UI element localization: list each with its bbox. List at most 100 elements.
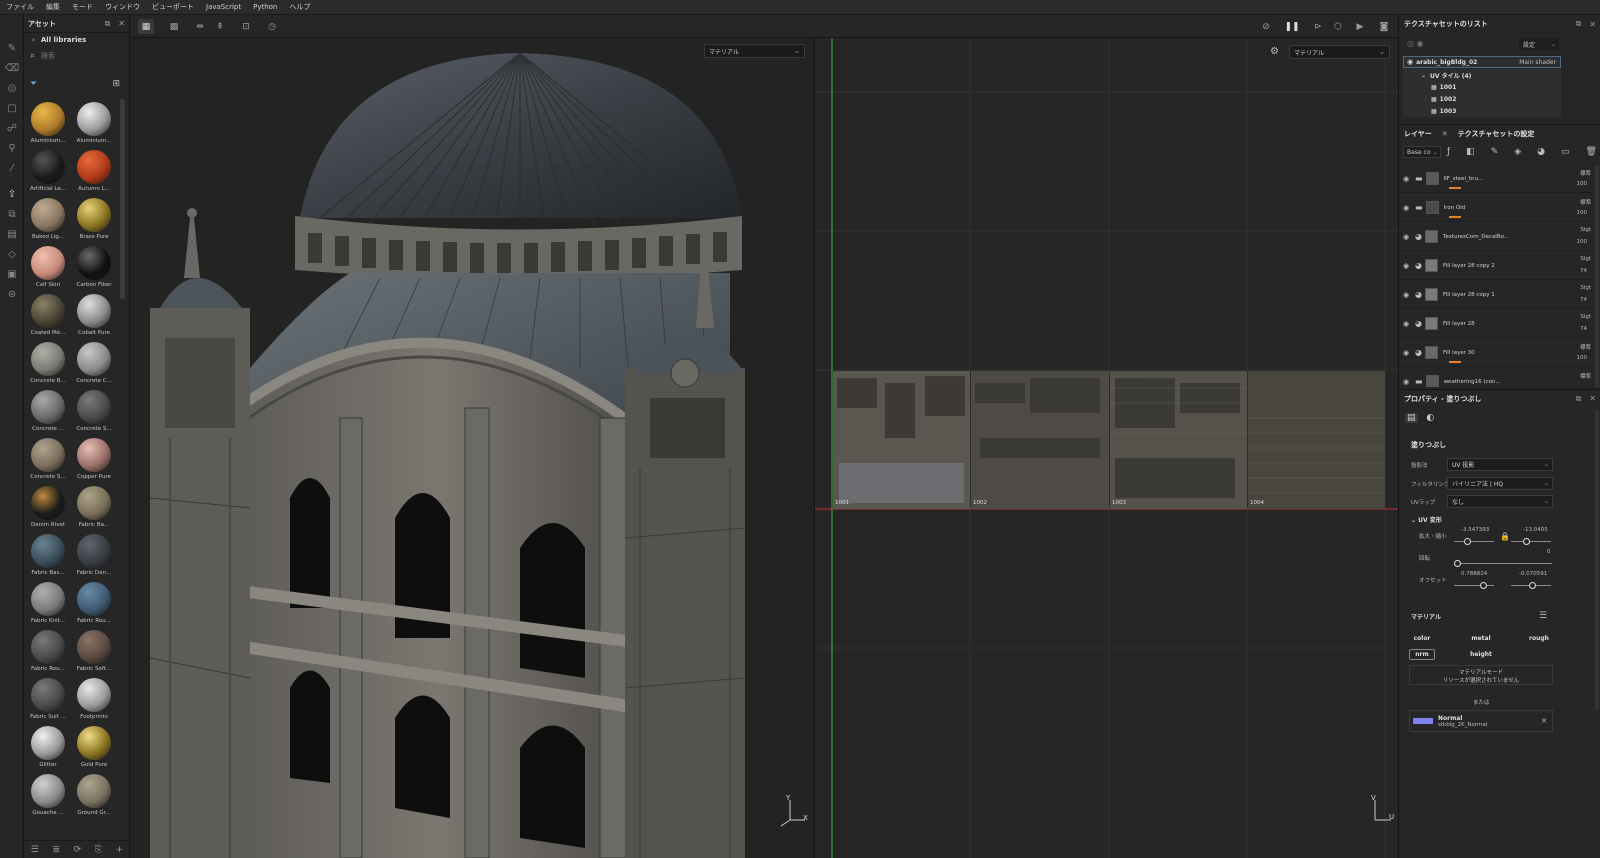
lock-icon[interactable]: 🔒 (1500, 532, 1510, 541)
eye-icon[interactable]: ◉ (1403, 349, 1415, 357)
picker-icon[interactable]: ⁄ (4, 161, 20, 175)
assets-scrollbar[interactable] (120, 99, 125, 299)
export-icon[interactable]: ⊜ (4, 287, 20, 301)
bake-icon[interactable]: ▣ (4, 267, 20, 281)
offset-v-knob[interactable] (1529, 582, 1536, 589)
eye-icon[interactable]: ◉ (1403, 262, 1415, 270)
layer-row[interactable]: ◉ ▬ IIF_steel_bru... 標準 100 (1399, 165, 1595, 193)
channel-rough-button[interactable]: rough (1525, 633, 1553, 644)
menu-window[interactable]: ウィンドウ (105, 2, 140, 12)
eye-icon[interactable]: ◉ (1403, 233, 1415, 241)
layer-row[interactable]: ◉ ◕ TexturesCom_DecalBo... Slgt 100 (1399, 223, 1595, 251)
rotation-knob[interactable] (1454, 560, 1461, 567)
delete-icon[interactable]: 🗑 (1586, 147, 1597, 157)
import-icon[interactable]: ⎘ (95, 845, 102, 855)
material-thumbnail[interactable]: Fabric Ba... (72, 483, 116, 531)
eye-icon[interactable]: ◉ (1403, 378, 1415, 386)
material-thumbnail[interactable]: Ground Gr... (72, 771, 116, 819)
scale-u-slider[interactable] (1454, 541, 1494, 542)
layer-row[interactable]: ◉ ◕ Fill layer 28 copy 2 Slgt 74 (1399, 252, 1595, 280)
channel-metal-button[interactable]: metal (1467, 633, 1495, 644)
material-thumbnail[interactable]: Fabric Knit... (26, 579, 70, 627)
fill-properties-tab-icon[interactable]: ▤ (1405, 413, 1418, 423)
layer-opacity[interactable]: 100 (1577, 239, 1588, 245)
layer-row[interactable]: ◉ ◕ Fill layer 28 Slgt 74 (1399, 310, 1595, 338)
layer-row[interactable]: ◉ ▬ weathering16 (con... 標準 (1399, 368, 1595, 387)
list-icon[interactable]: ≣ (52, 845, 60, 855)
material-thumbnail[interactable]: Concrete C... (72, 339, 116, 387)
layer-blend-mode[interactable]: Slgt (1580, 285, 1591, 291)
video-icon[interactable]: ▶ (1352, 19, 1368, 34)
uv-settings-icon[interactable]: ⚙ (1270, 46, 1279, 57)
viewport-uv[interactable]: 1001 1002 1003 1004 ⚙ マテリアル ⌄ V U (814, 38, 1398, 858)
align-icon[interactable]: ⇞ (212, 19, 228, 34)
material-thumbnail[interactable]: Artificial Le... (26, 147, 70, 195)
channel-dropdown[interactable]: Base co ⌄ (1403, 146, 1441, 158)
texture-set-icon[interactable]: ▤ (4, 227, 20, 241)
viewport-3d[interactable]: マテリアル ⌄ Y X (130, 38, 813, 858)
material-thumbnail[interactable]: Aluminium... (72, 99, 116, 147)
material-thumbnail[interactable]: Fabric Den... (72, 531, 116, 579)
pause-icon[interactable]: ❚❚ (1284, 19, 1300, 34)
layer-blend-mode[interactable]: Slgt (1580, 227, 1591, 233)
polygon-fill-icon[interactable]: ▢ (4, 101, 20, 115)
material-thumbnail[interactable]: Gouache ... (26, 771, 70, 819)
menu-python[interactable]: Python (253, 3, 277, 11)
eraser-icon[interactable]: ⌫ (4, 61, 20, 75)
material-thumbnail[interactable]: Brass Pure (72, 195, 116, 243)
uv-tile-row[interactable]: ▦ 1003 (1403, 105, 1561, 117)
layout-grid-icon[interactable]: ▩ (166, 19, 182, 34)
material-thumbnail[interactable]: Concrete S... (26, 435, 70, 483)
tab-texture-set-settings[interactable]: テクスチャセットの設定 (1458, 129, 1535, 139)
layer-row[interactable]: ◉ ◕ Fill layer 28 copy 1 Slgt 74 (1399, 281, 1595, 309)
projection-icon[interactable]: ◎ (4, 81, 20, 95)
layout-single-icon[interactable]: ▦ (138, 19, 154, 34)
uv-tile-row[interactable]: ▦ 1001 (1403, 81, 1561, 93)
material-thumbnail[interactable]: Autumn L... (72, 147, 116, 195)
display-icon[interactable]: ◇ (4, 247, 20, 261)
add-icon[interactable]: + (116, 845, 124, 855)
uv-wrap-dropdown[interactable]: なし ⌄ (1447, 495, 1553, 508)
material-thumbnail[interactable]: Fabric Rou... (72, 579, 116, 627)
float-icon[interactable]: ⧉ (105, 19, 111, 29)
material-thumbnail[interactable]: Fabric Soft... (72, 627, 116, 675)
add-folder-icon[interactable]: ▭ (1561, 147, 1570, 157)
material-thumbnail[interactable]: Copper Pure (72, 435, 116, 483)
assets-icon[interactable]: ⇪ (4, 187, 20, 201)
material-thumbnail[interactable]: Fabric Suit ... (26, 675, 70, 723)
properties-scrollbar[interactable] (1595, 410, 1599, 710)
material-thumbnail[interactable]: Gold Pure (72, 723, 116, 771)
layer-blend-mode[interactable]: Slgt (1580, 314, 1591, 320)
menu-viewport[interactable]: ビューポート (152, 2, 194, 12)
smart-material-icon[interactable]: ◕ (1537, 147, 1545, 157)
layer-opacity[interactable]: 100 (1577, 355, 1588, 361)
close-icon[interactable]: ✕ (118, 19, 125, 28)
library-selector[interactable]: › All libraries (24, 33, 129, 47)
filtering-dropdown[interactable]: バイリニア法 | HQ ⌄ (1447, 477, 1553, 490)
channel-color-button[interactable]: color (1409, 633, 1435, 644)
symmetry-icon[interactable]: ⇹ (192, 19, 208, 34)
material-thumbnail[interactable]: Fabric Bas... (26, 531, 70, 579)
remove-icon[interactable]: ✕ (1541, 717, 1547, 725)
snap-icon[interactable]: ⊡ (238, 19, 254, 34)
eye-icon[interactable]: ◉ (1403, 175, 1415, 183)
effects-icon[interactable]: ƒ (1447, 147, 1450, 157)
float-icon[interactable]: ⧉ (1576, 394, 1582, 404)
layers-icon[interactable]: ⧉ (4, 207, 20, 221)
add-paint-layer-icon[interactable]: ✎ (1491, 147, 1499, 157)
camera-icon[interactable]: ◙ (1376, 19, 1392, 34)
close-icon[interactable]: ✕ (1589, 20, 1596, 29)
grid-view-icon[interactable]: ⊞ (112, 79, 120, 89)
tab-layers[interactable]: レイヤー (1404, 129, 1432, 139)
eye-icon[interactable]: ◉ (1403, 291, 1415, 299)
layer-opacity[interactable]: 74 (1580, 297, 1587, 303)
layer-blend-mode[interactable]: 標準 (1580, 372, 1591, 380)
add-fill-layer-icon[interactable]: ◈ (1514, 147, 1521, 157)
menu-icon[interactable]: ☰ (1539, 611, 1547, 621)
material-thumbnail[interactable]: Coated Me... (26, 291, 70, 339)
uv-tile-row[interactable]: ▦ 1002 (1403, 93, 1561, 105)
close-icon[interactable]: ✕ (1589, 394, 1596, 403)
layer-opacity[interactable]: 100 (1577, 210, 1588, 216)
layer-opacity[interactable]: 100 (1577, 181, 1588, 187)
scale-v-knob[interactable] (1523, 538, 1530, 545)
